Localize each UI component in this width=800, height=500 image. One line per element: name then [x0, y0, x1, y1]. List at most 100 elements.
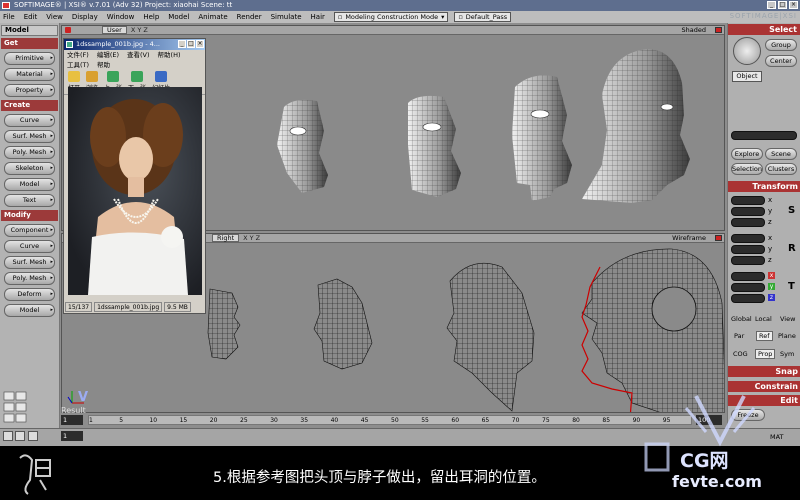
viewer-menu-view[interactable]: 查看(V): [127, 50, 150, 60]
snap-header[interactable]: Snap: [728, 366, 800, 377]
par-option[interactable]: Par: [734, 332, 744, 340]
translate-x-field[interactable]: [731, 272, 765, 281]
modify-poly-mesh-button[interactable]: Poly. Mesh: [4, 272, 55, 285]
section-get[interactable]: Get: [1, 38, 58, 49]
rotate-mode-button[interactable]: R: [788, 243, 796, 254]
maximize-button[interactable]: □: [778, 1, 787, 9]
modify-curve-button[interactable]: Curve: [4, 240, 55, 253]
axis-toggle[interactable]: X Y Z: [243, 234, 260, 242]
group-button[interactable]: Group: [765, 39, 797, 51]
scale-y-field[interactable]: [731, 207, 765, 216]
menu-file[interactable]: File: [3, 13, 15, 21]
axis-toggle[interactable]: X Y Z: [131, 26, 148, 34]
center-button[interactable]: Center: [765, 55, 797, 67]
camera-selector[interactable]: Right: [212, 234, 240, 242]
text-button[interactable]: Text: [4, 194, 55, 207]
arrow-left-icon: [107, 71, 120, 82]
viewport-layout-icons[interactable]: [3, 391, 55, 425]
section-create[interactable]: Create: [1, 100, 58, 111]
rotate-y-field[interactable]: [731, 245, 765, 254]
sym-option[interactable]: Sym: [780, 350, 794, 358]
viewer-titlebar[interactable]: 1dssample_001b.jpg - 4... _ □ ×: [64, 39, 205, 50]
scale-z-field[interactable]: [731, 218, 765, 227]
menu-display[interactable]: Display: [72, 13, 98, 21]
translate-z-toggle[interactable]: z: [768, 294, 775, 301]
key-icon[interactable]: [28, 431, 38, 441]
display-mode[interactable]: Wireframe: [672, 234, 706, 243]
menu-help[interactable]: Help: [143, 13, 159, 21]
scene-button[interactable]: Scene: [765, 148, 797, 160]
modify-model-button[interactable]: Model: [4, 304, 55, 317]
select-arrow-icon[interactable]: [733, 37, 761, 65]
viewer-menu-edit[interactable]: 编辑(E): [97, 50, 119, 60]
pen-icon[interactable]: [15, 431, 25, 441]
viewer-menu-help2[interactable]: 帮助: [97, 60, 110, 70]
deform-button[interactable]: Deform: [4, 288, 55, 301]
menu-model[interactable]: Model: [168, 13, 189, 21]
modify-surf-mesh-button[interactable]: Surf. Mesh: [4, 256, 55, 269]
explore-button[interactable]: Explore: [731, 148, 763, 160]
section-modify[interactable]: Modify: [1, 210, 58, 221]
global-option[interactable]: Global: [731, 315, 752, 323]
menu-render[interactable]: Render: [237, 13, 262, 21]
viewer-menu-tools[interactable]: 工具(T): [67, 60, 89, 70]
close-button[interactable]: ×: [789, 1, 798, 9]
viewer-minimize-button[interactable]: _: [178, 40, 186, 48]
component-button[interactable]: Component: [4, 224, 55, 237]
image-viewer-window[interactable]: 1dssample_001b.jpg - 4... _ □ × 文件(F) 编辑(E…: [63, 38, 206, 314]
select-header[interactable]: Select: [728, 24, 800, 35]
maximize-viewport-icon[interactable]: [715, 27, 722, 33]
viewer-close-button[interactable]: ×: [196, 40, 204, 48]
selection-button[interactable]: Selection: [731, 163, 763, 175]
pass-dropdown[interactable]: ▫ Default_Pass: [454, 12, 512, 22]
plane-option[interactable]: Plane: [778, 332, 796, 340]
property-button[interactable]: Property: [4, 84, 55, 97]
translate-y-field[interactable]: [731, 283, 765, 292]
start-frame-field[interactable]: 1: [61, 431, 83, 441]
minimize-button[interactable]: _: [767, 1, 776, 9]
view-option[interactable]: View: [780, 315, 795, 323]
viewer-menu-help[interactable]: 帮助(H): [158, 50, 181, 60]
menu-window[interactable]: Window: [107, 13, 135, 21]
skeleton-button[interactable]: Skeleton: [4, 162, 55, 175]
clusters-button[interactable]: Clusters: [765, 163, 797, 175]
rotate-x-field[interactable]: [731, 234, 765, 243]
current-frame-field[interactable]: 1: [61, 415, 83, 425]
material-button[interactable]: Material: [4, 68, 55, 81]
display-mode[interactable]: Shaded: [682, 26, 706, 35]
menu-hair[interactable]: Hair: [311, 13, 325, 21]
viewer-menu-file[interactable]: 文件(F): [67, 50, 89, 60]
create-model-button[interactable]: Model: [4, 178, 55, 191]
scale-mode-button[interactable]: S: [788, 205, 795, 216]
construction-mode-dropdown[interactable]: ▫ Modeling Construction Mode ▾: [333, 12, 449, 22]
translate-mode-button[interactable]: T: [788, 281, 795, 292]
translate-x-toggle[interactable]: x: [768, 272, 775, 279]
local-option[interactable]: Local: [755, 315, 772, 323]
object-filter[interactable]: Object: [732, 71, 762, 82]
scale-x-field[interactable]: [731, 196, 765, 205]
ref-option[interactable]: Ref: [756, 331, 773, 341]
cog-option[interactable]: COG: [733, 350, 748, 358]
translate-y-toggle[interactable]: y: [768, 283, 775, 290]
maximize-viewport-icon[interactable]: [715, 235, 722, 241]
menu-edit[interactable]: Edit: [24, 13, 38, 21]
primitive-button[interactable]: Primitive: [4, 52, 55, 65]
camera-selector[interactable]: User: [102, 26, 127, 34]
menu-view[interactable]: View: [46, 13, 63, 21]
rotate-z-field[interactable]: [731, 256, 765, 265]
create-poly-mesh-button[interactable]: Poly. Mesh: [4, 146, 55, 159]
frame-ruler[interactable]: 1 5 10 15 20 25 30 35 40 45 50 55 60 65 70 75 80 85 90 95: [88, 415, 692, 425]
translate-z-field[interactable]: [731, 294, 765, 303]
selection-field[interactable]: [731, 131, 797, 140]
rotate-x-label: x: [768, 234, 773, 242]
timeline-tool-icon[interactable]: [3, 431, 13, 441]
create-surf-mesh-button[interactable]: Surf. Mesh: [4, 130, 55, 143]
menu-simulate[interactable]: Simulate: [271, 13, 302, 21]
menu-animate[interactable]: Animate: [198, 13, 227, 21]
module-selector[interactable]: Model: [1, 25, 58, 36]
viewer-maximize-button[interactable]: □: [187, 40, 195, 48]
viewport-menu-icon[interactable]: [65, 27, 71, 33]
create-curve-button[interactable]: Curve: [4, 114, 55, 127]
transform-header[interactable]: Transform: [728, 181, 800, 192]
prop-option[interactable]: Prop: [755, 349, 776, 359]
